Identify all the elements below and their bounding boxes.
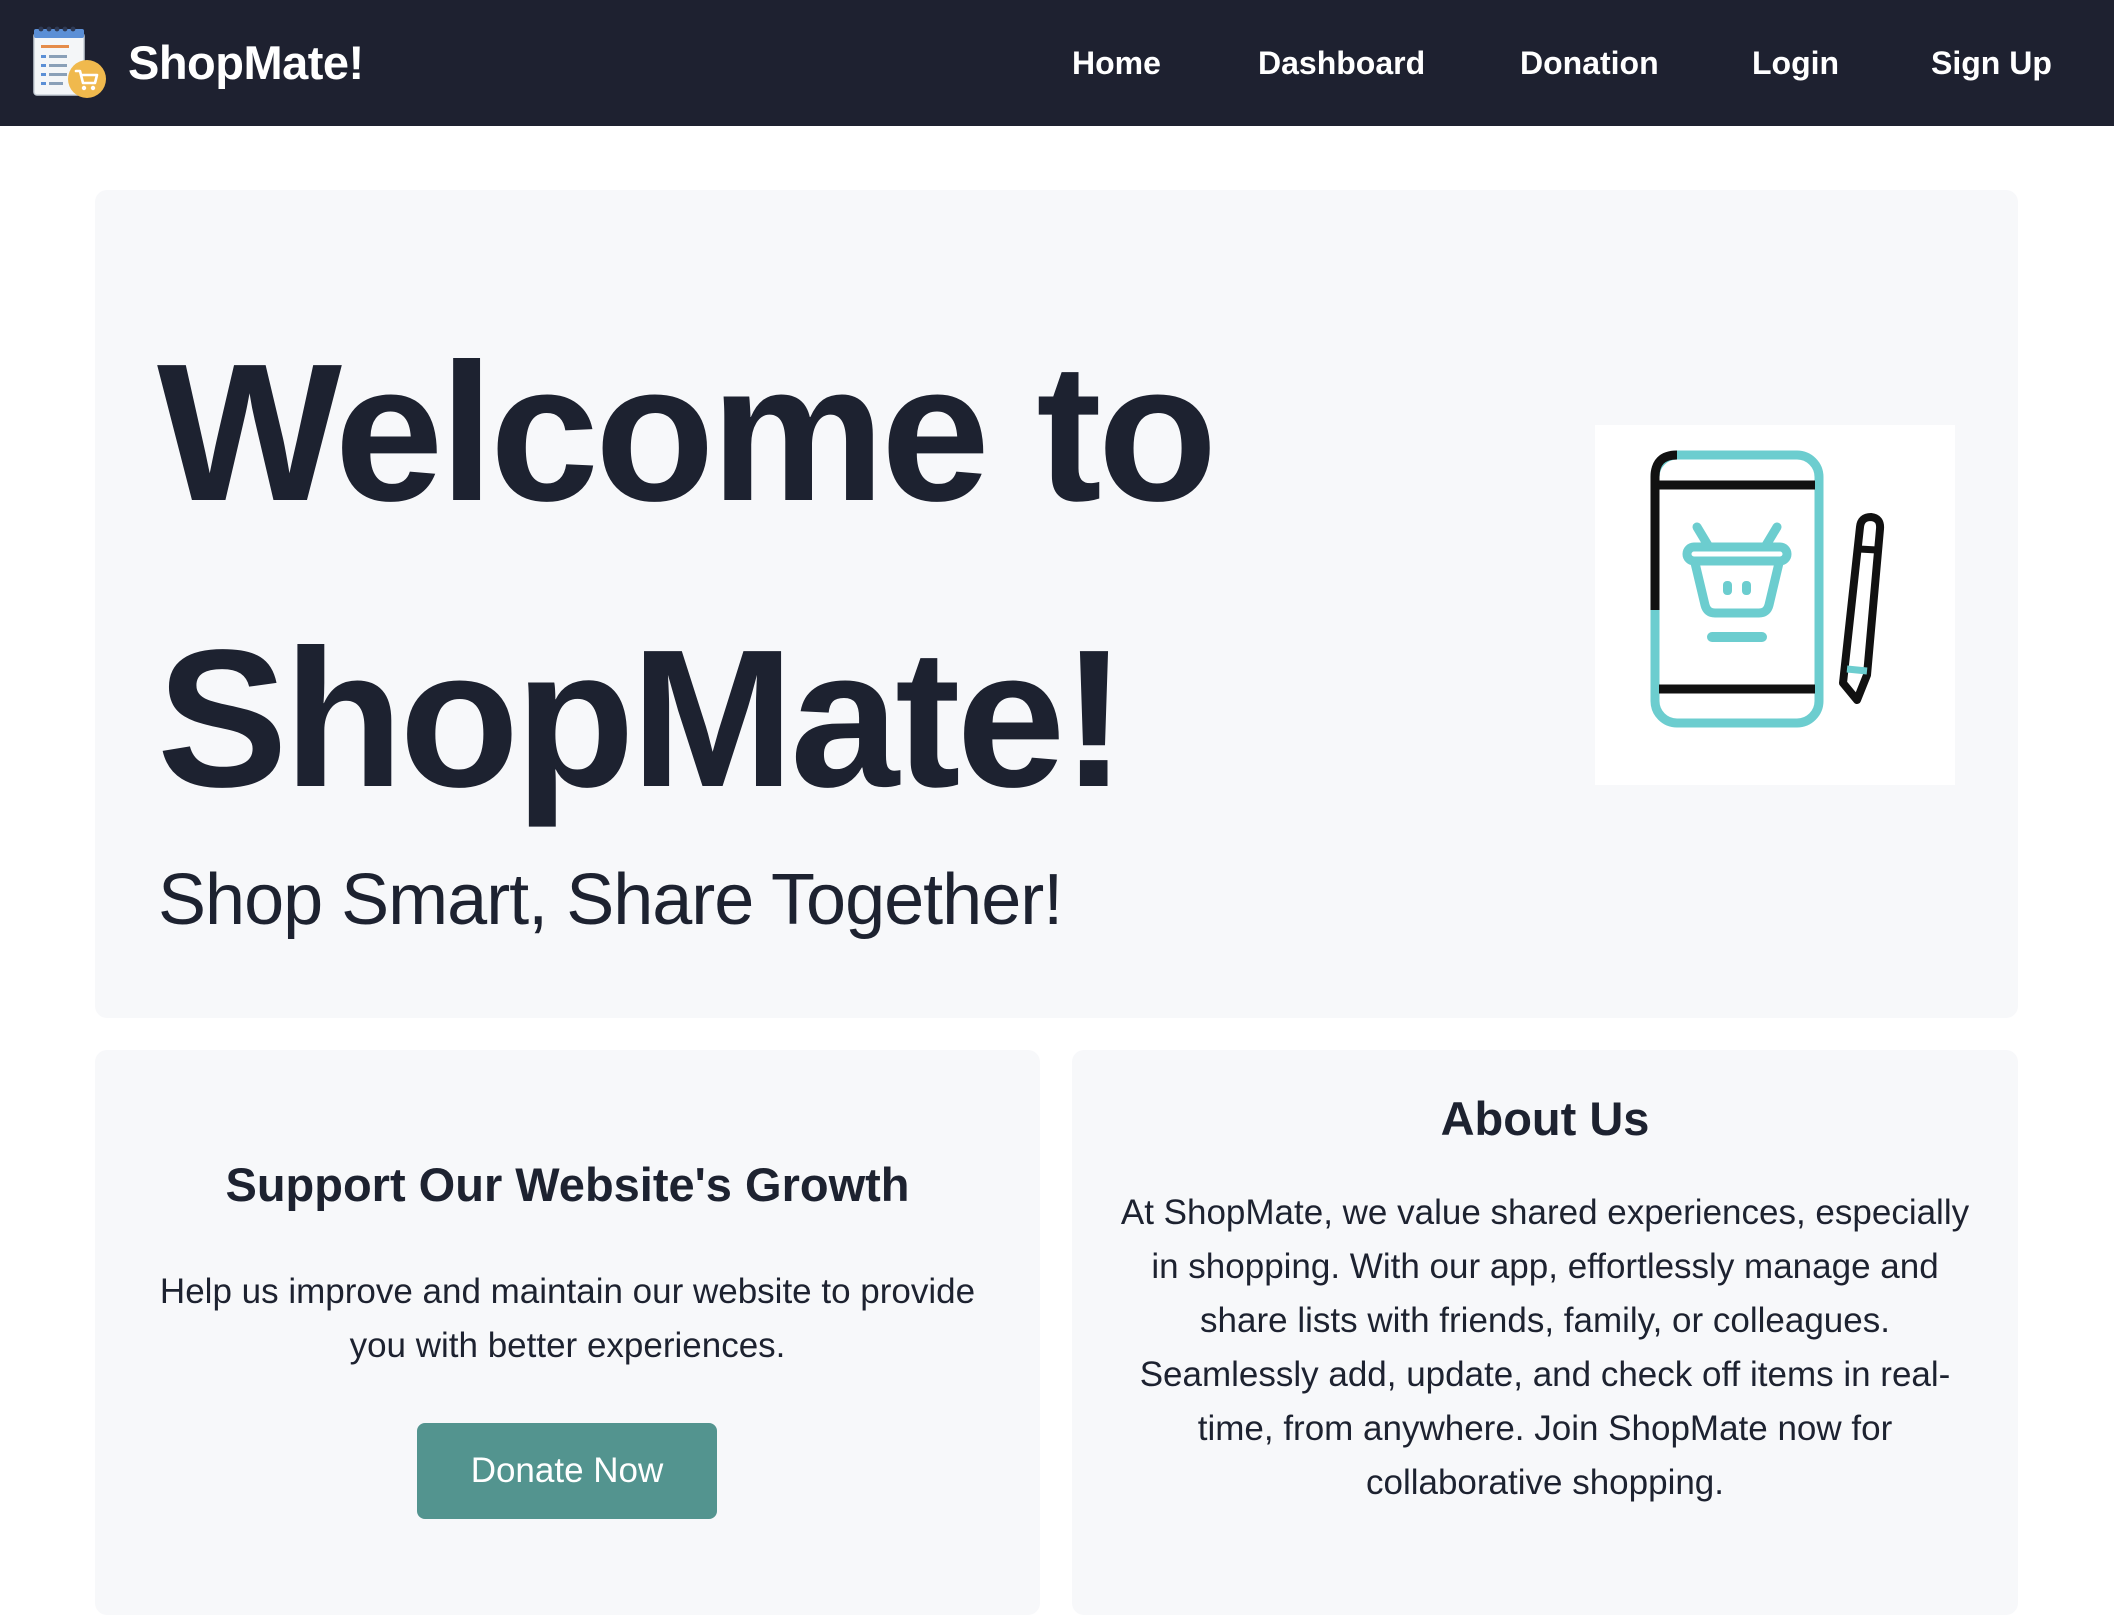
nav-donation-link[interactable]: Donation (1520, 0, 1659, 126)
about-text: At ShopMate, we value shared experiences… (1120, 1193, 1970, 1502)
top-navbar: ShopMate! Home Dashboard Donation Login … (0, 0, 2114, 126)
brand-link[interactable]: ShopMate! (30, 22, 364, 102)
nav-home-link[interactable]: Home (1072, 0, 1161, 126)
hero-illustration (1595, 425, 1955, 785)
about-heading: About Us (1440, 1092, 1650, 1145)
hero-subtitle: Shop Smart, Share Together! (158, 860, 1063, 940)
donate-now-button[interactable]: Donate Now (417, 1423, 717, 1519)
about-card: About Us At ShopMate, we value shared ex… (1072, 1050, 2018, 1615)
brand-name: ShopMate! (128, 35, 364, 89)
shopping-list-cart-icon (33, 26, 106, 98)
nav-signup-link[interactable]: Sign Up (1931, 0, 2052, 126)
nav-dashboard-link[interactable]: Dashboard (1258, 0, 1425, 126)
hero-title: Welcome to ShopMate! (157, 323, 1217, 828)
hero-section: Welcome to ShopMate! Shop Smart, Share T… (95, 190, 2018, 1018)
support-text: Help us improve and maintain our website… (159, 1272, 976, 1365)
support-heading: Support Our Website's Growth (225, 1158, 910, 1211)
phone-shopping-basket-pen-icon (1650, 450, 1885, 728)
support-card: Support Our Website's Growth Help us imp… (95, 1050, 1040, 1615)
nav-login-link[interactable]: Login (1752, 0, 1839, 126)
